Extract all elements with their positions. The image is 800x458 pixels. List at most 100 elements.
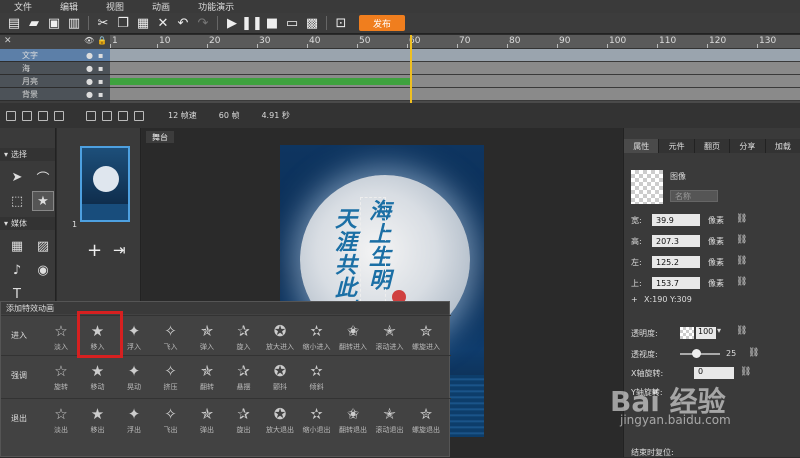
menu-animation[interactable]: 动画 (152, 0, 170, 13)
undo-icon[interactable]: ↶ (175, 15, 191, 31)
animation-effect[interactable]: ✧ 挤压 (156, 358, 186, 394)
animation-effect[interactable]: ✮ 螺旋进入 (411, 318, 441, 354)
collapse-icon[interactable]: ✕ (4, 36, 12, 46)
animation-effect[interactable]: ✧ 飞出 (156, 401, 186, 437)
new-file-icon[interactable]: ▤ (6, 15, 22, 31)
top-input[interactable]: 153.7 (652, 277, 700, 289)
video-icon[interactable]: ◉ (32, 260, 54, 280)
add-layer-icon[interactable] (6, 110, 16, 121)
image-icon[interactable]: ▨ (32, 236, 54, 256)
opacity-input[interactable]: 100 (696, 327, 716, 339)
animation-effect[interactable]: ✭ 滚动退出 (375, 401, 405, 437)
import-page-icon[interactable]: ⇥ (113, 241, 126, 259)
animation-effect[interactable]: ✫ 缩小进入 (302, 318, 332, 354)
selection-box[interactable] (360, 197, 386, 302)
stop-icon[interactable]: ■ (264, 15, 280, 31)
menu-demo[interactable]: 功能演示 (198, 0, 234, 13)
eye-icon[interactable]: ● (86, 64, 93, 73)
animation-effect[interactable]: ✫ 倾斜 (302, 358, 332, 394)
layer-settings-icon[interactable] (54, 110, 64, 121)
animation-effect[interactable]: ✧ 飞入 (156, 318, 186, 354)
preview-icon[interactable]: ▭ (284, 15, 300, 31)
publish-button[interactable]: 发布 (359, 15, 406, 31)
lasso-icon[interactable]: ⌒ (32, 167, 54, 187)
layer-track[interactable] (110, 49, 800, 62)
link-icon[interactable]: ⛓ (748, 348, 759, 358)
layer-track[interactable] (110, 75, 800, 88)
animation-effect[interactable]: ✪ 放大退出 (265, 401, 295, 437)
lock-icon[interactable]: ▪ (98, 64, 103, 73)
animation-effect[interactable]: ✦ 晃动 (119, 358, 149, 394)
add-folder-icon[interactable] (22, 110, 32, 121)
animation-effect[interactable]: ☆ 旋转 (46, 358, 76, 394)
cut-icon[interactable]: ✂ (95, 15, 111, 31)
keyframe-icon[interactable] (102, 110, 112, 121)
layer-row[interactable]: 文字 ● ▪ (0, 49, 110, 62)
tab-flip[interactable]: 翻页 (695, 139, 731, 153)
element-name-input[interactable]: 名称 (670, 190, 718, 202)
star-animation-icon[interactable]: ★ (32, 191, 54, 211)
blank-frame-icon[interactable] (118, 110, 128, 121)
animation-effect[interactable]: ✦ 浮出 (119, 401, 149, 437)
lock-icon[interactable]: ▪ (98, 90, 103, 99)
animation-effect[interactable]: ✯ 翻转 (192, 358, 222, 394)
pause-icon[interactable]: ❚❚ (241, 15, 263, 31)
playhead[interactable] (410, 35, 412, 103)
page-thumbnail[interactable] (80, 146, 130, 222)
animation-effect[interactable]: ★ 移出 (83, 401, 113, 437)
paste-icon[interactable]: ▦ (135, 15, 151, 31)
remove-frame-icon[interactable] (134, 110, 144, 121)
eye-icon[interactable]: ● (86, 90, 93, 99)
tab-loading[interactable]: 加载 (766, 139, 800, 153)
menu-file[interactable]: 文件 (14, 0, 32, 13)
link-icon[interactable]: ⛓ (736, 277, 747, 287)
opacity-swatch[interactable] (680, 327, 694, 339)
menu-edit[interactable]: 编辑 (60, 0, 78, 13)
link-icon[interactable]: ⛓ (736, 214, 747, 224)
delete-layer-icon[interactable] (38, 110, 48, 121)
layer-row[interactable]: 月亮 ● ▪ (0, 75, 110, 88)
media-section[interactable]: ▾ 媒体 (0, 217, 55, 230)
export-icon[interactable]: ▥ (66, 15, 82, 31)
link-icon[interactable]: ⛓ (736, 256, 747, 266)
layer-track[interactable] (110, 62, 800, 75)
frame-icon[interactable] (86, 110, 96, 121)
delete-icon[interactable]: ✕ (155, 15, 171, 31)
x-rotation-input[interactable]: 0 (694, 367, 734, 379)
transform-icon[interactable]: ⬚ (6, 191, 28, 211)
save-icon[interactable]: ▣ (46, 15, 62, 31)
animation-effect[interactable]: ★ 移动 (83, 358, 113, 394)
arrow-select-icon[interactable]: ➤ (6, 167, 28, 187)
layer-row[interactable]: 海 ● ▪ (0, 62, 110, 75)
brightness-handle[interactable] (692, 349, 701, 358)
lock-icon[interactable]: ▪ (98, 77, 103, 86)
eye-icon[interactable]: ● (86, 51, 93, 60)
add-page-icon[interactable]: + (87, 240, 102, 261)
share-icon[interactable]: ⊡ (333, 15, 349, 31)
animation-effect[interactable]: ✮ 螺旋退出 (411, 401, 441, 437)
grid-icon[interactable]: ▦ (6, 236, 28, 256)
menu-view[interactable]: 视图 (106, 0, 124, 13)
animation-effect[interactable]: ✰ 悬摆 (229, 358, 259, 394)
animation-effect[interactable]: ✪ 颤抖 (265, 358, 295, 394)
link-icon[interactable]: ⛓ (736, 235, 747, 245)
copy-icon[interactable]: ❐ (115, 15, 131, 31)
tween-bar[interactable] (110, 78, 410, 85)
eye-icon[interactable]: ● (86, 77, 93, 86)
tab-share[interactable]: 分享 (730, 139, 766, 153)
play-icon[interactable]: ▶ (224, 15, 240, 31)
redo-icon[interactable]: ↷ (195, 15, 211, 31)
lock-icon[interactable]: 🔒 (97, 36, 107, 45)
animation-effect[interactable]: ✫ 缩小退出 (302, 401, 332, 437)
animation-effect[interactable]: ☆ 淡出 (46, 401, 76, 437)
animation-effect[interactable]: ✯ 弹出 (192, 401, 222, 437)
select-section[interactable]: ▾ 选择 (0, 148, 55, 161)
layer-row[interactable]: 背景 ● ▪ (0, 88, 110, 101)
eye-icon[interactable]: 👁 (84, 36, 94, 45)
animation-effect[interactable]: ✭ 滚动进入 (375, 318, 405, 354)
layer-track[interactable] (110, 88, 800, 101)
animation-effect[interactable]: ✦ 浮入 (119, 318, 149, 354)
tab-stage[interactable]: 舞台 (146, 131, 174, 143)
audio-icon[interactable]: ♪ (6, 260, 28, 280)
height-input[interactable]: 207.3 (652, 235, 700, 247)
